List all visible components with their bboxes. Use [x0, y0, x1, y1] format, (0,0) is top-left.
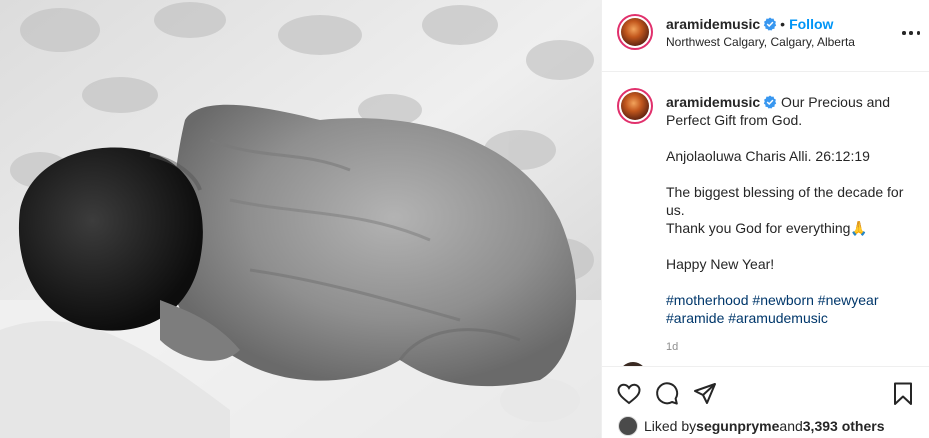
comment-icon[interactable]: [654, 381, 680, 407]
hashtag-link[interactable]: #newborn: [752, 292, 814, 308]
hashtag-link[interactable]: #newyear: [818, 292, 879, 308]
header-user-row: aramidemusic • Follow: [666, 16, 833, 32]
caption-avatar[interactable]: [617, 88, 653, 124]
hashtag-link[interactable]: #motherhood: [666, 292, 749, 308]
follow-button[interactable]: Follow: [789, 16, 833, 32]
hashtag-link[interactable]: #aramudemusic: [728, 310, 828, 326]
post-caption: aramidemusic Our Precious and Perfect Gi…: [666, 93, 916, 327]
location-link[interactable]: Northwest Calgary, Calgary, Alberta: [666, 35, 855, 49]
comments-section[interactable]: aramidemusic Our Precious and Perfect Gi…: [602, 73, 929, 366]
action-bar: [602, 366, 929, 406]
caption-line-blessing: The biggest blessing of the decade for u…: [666, 184, 904, 218]
header-username[interactable]: aramidemusic: [666, 16, 760, 32]
separator-dot: •: [780, 16, 786, 32]
likes-middle: and: [779, 418, 803, 434]
hashtags: #motherhood #newborn #newyear #aramide #…: [666, 291, 916, 327]
post-sidebar: aramidemusic • Follow Northwest Calgary, C…: [601, 0, 929, 438]
liker-username[interactable]: segunpryme: [696, 418, 779, 434]
bookmark-icon[interactable]: [890, 381, 916, 407]
caption-line-name: Anjolaoluwa Charis Alli. 26:12:19: [666, 148, 870, 164]
baby-photo: [0, 0, 601, 438]
likes-summary[interactable]: Liked by segunpryme and 3,393 others: [618, 415, 884, 437]
instagram-post: aramidemusic • Follow Northwest Calgary, C…: [0, 0, 929, 438]
hashtag-link[interactable]: #aramide: [666, 310, 724, 326]
caption-first-line: aramidemusic Our Precious and Perfect Gi…: [666, 93, 916, 129]
post-age: 1d: [666, 341, 679, 353]
likes-prefix: Liked by: [644, 418, 697, 434]
likes-count[interactable]: 3,393 others: [803, 418, 885, 434]
verified-badge-icon: [763, 95, 777, 109]
share-icon[interactable]: [692, 381, 718, 407]
post-header: aramidemusic • Follow Northwest Calgary, C…: [602, 0, 929, 72]
heart-icon[interactable]: [616, 381, 642, 407]
more-options-icon[interactable]: [902, 24, 920, 42]
caption-line-thanks: Thank you God for everything🙏: [666, 220, 868, 236]
verified-badge-icon: [763, 17, 777, 31]
post-image[interactable]: [0, 0, 601, 438]
profile-avatar[interactable]: [617, 14, 653, 50]
caption-line-newyear: Happy New Year!: [666, 256, 775, 272]
caption-username[interactable]: aramidemusic: [666, 94, 760, 110]
liker-avatar[interactable]: [618, 416, 638, 436]
